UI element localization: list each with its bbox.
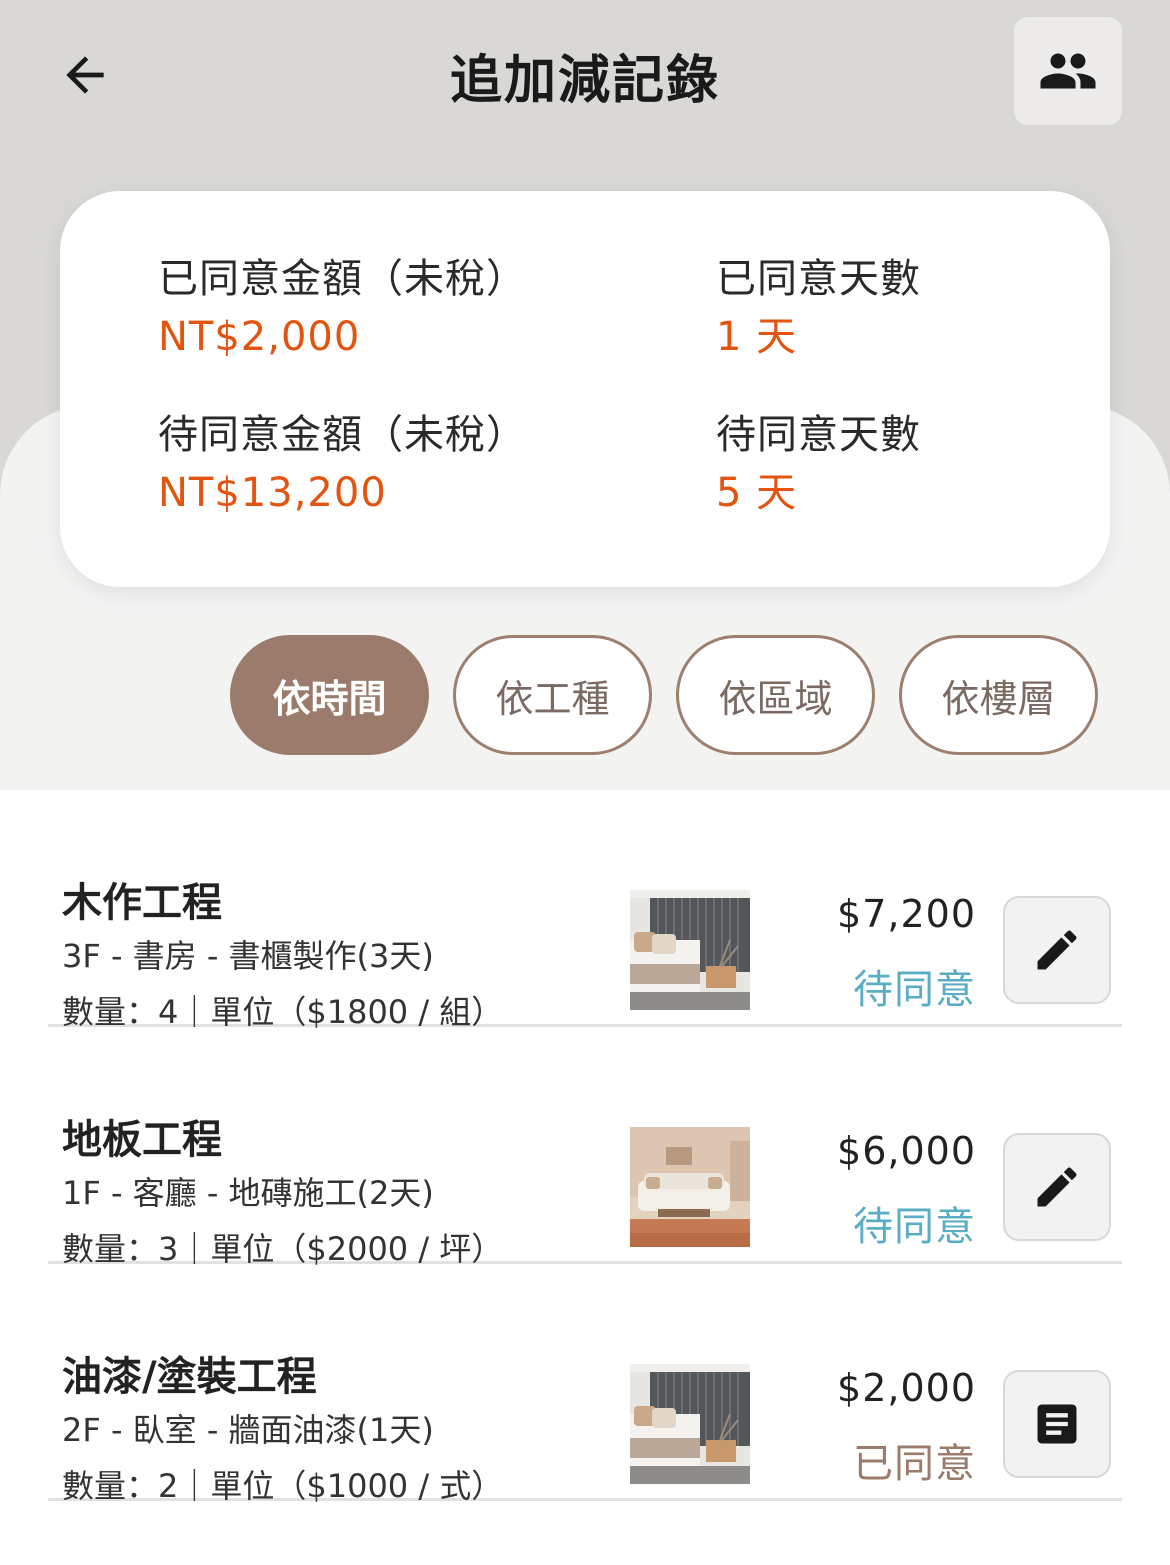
record-price: $6,000: [837, 1129, 976, 1173]
team-button[interactable]: [1014, 17, 1122, 125]
list-item[interactable]: 木作工程 3F - 書房 - 書櫃製作(3天) 數量：4｜單位（$1800 / …: [48, 790, 1122, 1031]
record-price: $7,200: [837, 892, 976, 936]
record-title: 木作工程: [62, 880, 222, 926]
pending-days: 待同意天數 5 天: [716, 407, 921, 521]
agreed-amount-label: 已同意金額（未稅）: [158, 256, 527, 302]
status-badge: 待同意: [853, 967, 976, 1013]
record-quantity: 數量：2｜單位（$1000 / 式）: [62, 1467, 504, 1505]
pending-amount-label: 待同意金額（未稅）: [158, 412, 527, 458]
pencil-icon: [1037, 1167, 1077, 1207]
bedroom-photo[interactable]: [630, 890, 750, 1010]
bedroom-photo[interactable]: [630, 1364, 750, 1484]
agreed-amount-value: NT$2,000: [158, 314, 361, 360]
document-icon: [1037, 1404, 1077, 1444]
record-subtitle: 3F - 書房 - 書櫃製作(3天): [62, 937, 434, 975]
agreed-days: 已同意天數 1 天: [716, 251, 921, 365]
record-subtitle: 2F - 臥室 - 牆面油漆(1天): [62, 1411, 434, 1449]
pending-days-label: 待同意天數: [716, 412, 921, 458]
edit-button[interactable]: [1003, 1133, 1111, 1241]
filter-by-area[interactable]: 依區域: [676, 635, 875, 755]
agreed-days-label: 已同意天數: [716, 256, 921, 302]
status-badge: 已同意: [853, 1441, 976, 1487]
filter-by-time[interactable]: 依時間: [230, 635, 429, 755]
record-title: 油漆/塗裝工程: [62, 1354, 317, 1400]
status-badge: 待同意: [853, 1204, 976, 1250]
record-title: 地板工程: [62, 1117, 222, 1163]
pencil-icon: [1037, 930, 1077, 970]
people-icon: [1040, 53, 1096, 89]
filter-by-trade[interactable]: 依工種: [453, 635, 652, 755]
list-item[interactable]: 油漆/塗裝工程 2F - 臥室 - 牆面油漆(1天) 數量：2｜單位（$1000…: [48, 1264, 1122, 1505]
filter-tabs: 依時間 依工種 依區域 依樓層: [230, 635, 1098, 755]
living-room-photo[interactable]: [630, 1127, 750, 1247]
summary-card: 已同意金額（未稅） NT$2,000 已同意天數 1 天 待同意金額（未稅） N…: [60, 191, 1110, 587]
agreed-amount: 已同意金額（未稅） NT$2,000: [158, 251, 527, 365]
record-price: $2,000: [837, 1366, 976, 1410]
app-header: 追加減記錄: [0, 0, 1170, 150]
page-title: 追加減記錄: [449, 51, 720, 111]
pending-amount-value: NT$13,200: [158, 470, 387, 516]
pending-days-value: 5 天: [716, 470, 798, 516]
agreed-days-value: 1 天: [716, 314, 798, 360]
edit-button[interactable]: [1003, 896, 1111, 1004]
pending-amount: 待同意金額（未稅） NT$13,200: [158, 407, 527, 521]
view-document-button[interactable]: [1003, 1370, 1111, 1478]
filter-by-floor[interactable]: 依樓層: [899, 635, 1098, 755]
list-item[interactable]: 地板工程 1F - 客廳 - 地磚施工(2天) 數量：3｜單位（$2000 / …: [48, 1027, 1122, 1268]
record-subtitle: 1F - 客廳 - 地磚施工(2天): [62, 1174, 434, 1212]
